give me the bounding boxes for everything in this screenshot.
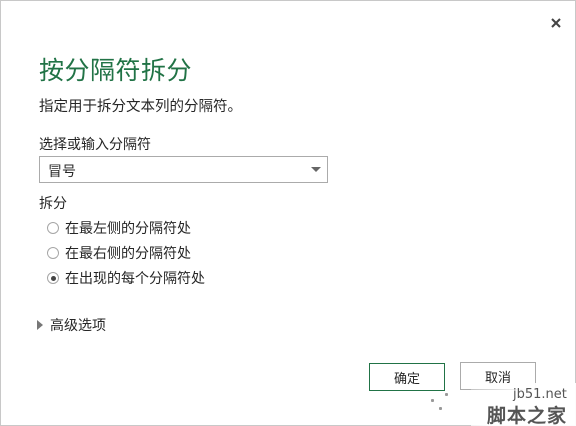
split-label: 拆分 xyxy=(39,196,67,212)
watermark-fleck xyxy=(439,407,442,410)
advanced-options-label: 高级选项 xyxy=(50,318,106,334)
radio-label: 在出现的每个分隔符处 xyxy=(65,271,205,287)
dialog-description: 指定用于拆分文本列的分隔符。 xyxy=(39,99,242,115)
radio-label: 在最左侧的分隔符处 xyxy=(65,221,191,237)
watermark-fleck xyxy=(445,393,448,396)
close-button[interactable] xyxy=(545,13,567,33)
watermark-name: 脚本之家 xyxy=(487,405,568,426)
radio-checked-icon xyxy=(47,272,59,284)
chevron-down-icon xyxy=(311,167,321,172)
radio-circle-icon xyxy=(47,247,59,259)
radio-each-delimiter[interactable]: 在出现的每个分隔符处 xyxy=(47,268,205,288)
advanced-options-toggle[interactable]: 高级选项 xyxy=(37,315,106,335)
radio-rightmost-delimiter[interactable]: 在最右侧的分隔符处 xyxy=(47,243,191,263)
radio-circle-icon xyxy=(47,222,59,234)
split-column-dialog: 按分隔符拆分 指定用于拆分文本列的分隔符。 选择或输入分隔符 冒号 拆分 在最左… xyxy=(0,0,576,426)
delimiter-selected-value: 冒号 xyxy=(48,164,76,180)
close-icon xyxy=(551,18,561,28)
watermark-url: jb51.net xyxy=(513,387,567,402)
delimiter-label: 选择或输入分隔符 xyxy=(39,137,151,153)
triangle-right-icon xyxy=(37,320,43,330)
radio-label: 在最右侧的分隔符处 xyxy=(65,246,191,262)
dialog-title: 按分隔符拆分 xyxy=(39,56,193,85)
radio-leftmost-delimiter[interactable]: 在最左侧的分隔符处 xyxy=(47,218,191,238)
delimiter-select[interactable]: 冒号 xyxy=(39,156,328,183)
watermark-fleck xyxy=(431,399,434,402)
ok-button[interactable]: 确定 xyxy=(369,363,445,391)
